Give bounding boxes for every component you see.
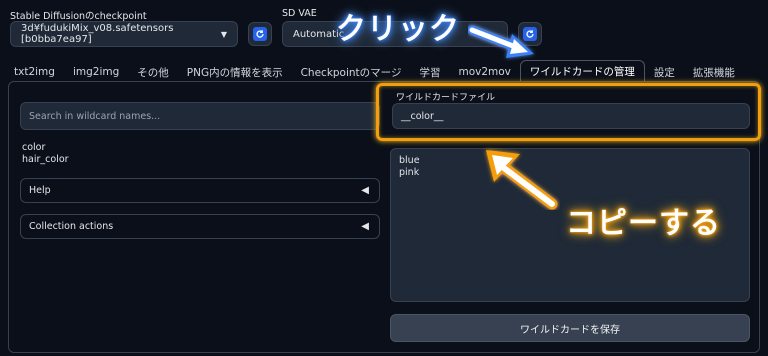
wildcard-item-color[interactable]: color bbox=[22, 142, 69, 154]
checkpoint-refresh-button[interactable] bbox=[248, 22, 272, 46]
refresh-icon bbox=[253, 27, 267, 41]
search-placeholder: Search in wildcard names... bbox=[29, 110, 161, 122]
arrow-right-icon bbox=[468, 25, 534, 58]
checkpoint-value: 3d¥fudukiMix_v08.safetensors [b0bba7ea97… bbox=[21, 23, 174, 45]
copy-annotation: コピーする bbox=[566, 206, 721, 241]
tab-img2img[interactable]: img2img bbox=[64, 62, 128, 82]
tab-extensions[interactable]: 拡張機能 bbox=[684, 62, 744, 82]
content-line-pink: pink bbox=[399, 167, 420, 178]
tab-extras[interactable]: その他 bbox=[128, 62, 178, 82]
arrow-up-left-icon bbox=[486, 150, 558, 210]
highlight-box bbox=[376, 83, 761, 141]
help-accordion[interactable]: Help ◀ bbox=[20, 178, 380, 203]
wildcard-item-hair-color[interactable]: hair_color bbox=[22, 154, 69, 166]
wildcard-search-input[interactable]: Search in wildcard names... bbox=[20, 102, 380, 130]
content-line-blue: blue bbox=[399, 155, 420, 166]
tab-png-info[interactable]: PNG内の情報を表示 bbox=[178, 62, 292, 82]
tab-bar: txt2img img2img その他 PNG内の情報を表示 Checkpoin… bbox=[8, 60, 744, 82]
tab-mov2mov[interactable]: mov2mov bbox=[449, 62, 519, 82]
chevron-down-icon: ▼ bbox=[220, 29, 227, 39]
caret-left-icon: ◀ bbox=[361, 221, 369, 232]
tab-train[interactable]: 学習 bbox=[410, 62, 449, 82]
tab-wildcard-manager[interactable]: ワイルドカードの管理 bbox=[519, 60, 645, 82]
save-wildcard-button[interactable]: ワイルドカードを保存 bbox=[390, 314, 750, 342]
tab-checkpoint-merge[interactable]: Checkpointのマージ bbox=[292, 62, 411, 82]
caret-left-icon: ◀ bbox=[361, 185, 369, 196]
save-wildcard-label: ワイルドカードを保存 bbox=[520, 324, 620, 336]
wildcard-list: color hair_color bbox=[22, 142, 69, 166]
click-annotation: クリック bbox=[336, 12, 460, 47]
collection-actions-accordion[interactable]: Collection actions ◀ bbox=[20, 214, 380, 239]
collection-actions-label: Collection actions bbox=[29, 221, 114, 232]
checkpoint-label: Stable Diffusionのcheckpoint bbox=[10, 11, 147, 22]
tab-settings[interactable]: 設定 bbox=[645, 62, 684, 82]
help-accordion-label: Help bbox=[29, 185, 51, 196]
tab-txt2img[interactable]: txt2img bbox=[8, 62, 64, 82]
checkpoint-select[interactable]: 3d¥fudukiMix_v08.safetensors [b0bba7ea97… bbox=[10, 21, 238, 47]
vae-label: SD VAE bbox=[282, 8, 317, 19]
